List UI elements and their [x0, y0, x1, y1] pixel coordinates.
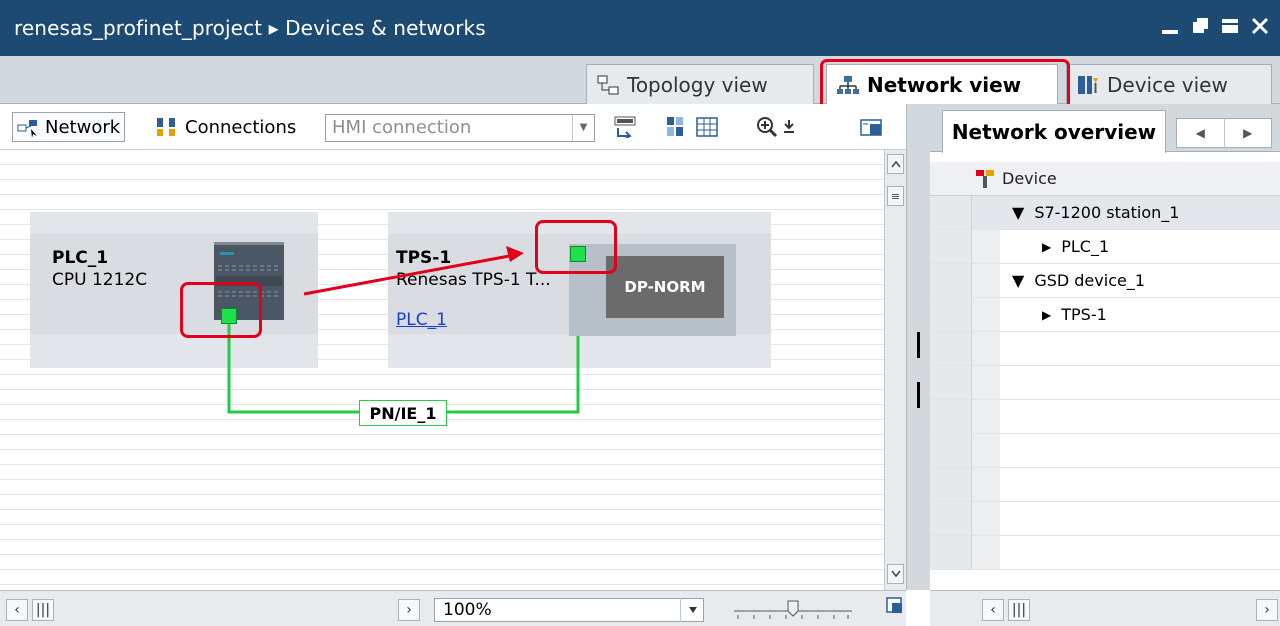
- splitter-arrow-right[interactable]: [917, 382, 920, 408]
- zoom-slider[interactable]: [734, 597, 852, 623]
- device-overview-table: Device ▼ S7-1200 station_1 ▶ PLC_1 ▼ GSD…: [930, 162, 1280, 582]
- expand-toggle-icon[interactable]: ▼: [1012, 203, 1024, 222]
- tab-network-overview[interactable]: Network overview: [942, 110, 1166, 153]
- tab-topology-view[interactable]: Topology view: [586, 64, 814, 104]
- horizontal-scroll-thumb[interactable]: |||: [32, 599, 54, 621]
- chevron-down-icon: [688, 607, 697, 613]
- row-label: PLC_1: [1061, 237, 1110, 256]
- zoom-dropdown-button[interactable]: [680, 598, 704, 622]
- scroll-right-button[interactable]: ›: [398, 599, 420, 621]
- connection-type-value: HMI connection: [332, 117, 472, 138]
- overview-navigation-icon[interactable]: [886, 597, 904, 615]
- zoom-select[interactable]: 100%: [434, 598, 704, 622]
- subnet-lines: [227, 246, 580, 414]
- connections-icon: [157, 118, 175, 136]
- row-label: GSD device_1: [1034, 271, 1146, 290]
- device-icon: [1078, 75, 1098, 94]
- topology-icon: [597, 75, 619, 94]
- tab-prev-button[interactable]: ◀: [1177, 119, 1224, 147]
- tab-network-view[interactable]: Network view: [826, 64, 1058, 105]
- minimize-icon: [1162, 30, 1178, 34]
- save-layout-icon[interactable]: [860, 116, 882, 138]
- network-label: Network: [45, 116, 121, 138]
- red-arrow-line: [303, 252, 521, 296]
- window-controls: [1158, 12, 1272, 40]
- tps-port-highlight: [535, 220, 617, 274]
- tab-next-button[interactable]: ▶: [1223, 119, 1272, 147]
- maximize-button[interactable]: [1218, 12, 1242, 40]
- scroll-thumb[interactable]: ≡: [887, 186, 904, 206]
- title-bar: renesas_profinet_project ▸ Devices & net…: [0, 0, 1280, 56]
- scroll-right-button[interactable]: ›: [1256, 599, 1278, 621]
- table-row: [930, 366, 1280, 400]
- table-row[interactable]: ▶ TPS-1: [930, 298, 1280, 332]
- connections-label: Connections: [185, 116, 297, 138]
- panel-splitter[interactable]: [906, 104, 930, 590]
- restore-button[interactable]: [1188, 12, 1212, 40]
- device-column-icon: [976, 169, 994, 188]
- maximize-icon: [1222, 19, 1238, 33]
- zoom-dropdown-icon[interactable]: [782, 116, 796, 138]
- table-row[interactable]: ▼ GSD device_1: [930, 264, 1280, 298]
- canvas-vertical-scrollbar[interactable]: ≡: [884, 150, 906, 590]
- network-mode-button[interactable]: Network: [12, 112, 126, 142]
- zoom-slider-thumb: [787, 600, 799, 617]
- table-row: [930, 400, 1280, 434]
- table-icon[interactable]: [696, 116, 718, 138]
- overview-tab-nav: ◀ ▶: [1176, 118, 1272, 148]
- plc-port-highlight: [180, 282, 262, 338]
- view-tab-bar: Topology view Network view Device view: [0, 56, 1280, 105]
- canvas-bottom-bar: ‹ ||| › 100%: [0, 590, 906, 626]
- chevron-down-icon: [890, 570, 901, 578]
- assign-name-icon[interactable]: [614, 116, 636, 138]
- scroll-left-button[interactable]: ‹: [982, 599, 1004, 621]
- connection-type-select[interactable]: HMI connection ▼: [325, 114, 595, 142]
- window-title: renesas_profinet_project ▸ Devices & net…: [14, 16, 486, 40]
- close-icon: [1251, 17, 1269, 35]
- minimize-button[interactable]: [1158, 12, 1182, 40]
- row-label: TPS-1: [1061, 305, 1107, 324]
- table-row: [930, 468, 1280, 502]
- restore-icon: [1193, 18, 1208, 33]
- scroll-up-button[interactable]: [887, 154, 904, 174]
- network-overview-panel: Network overview ◀ ▶ Device ▼ S7-1200 st…: [930, 104, 1280, 626]
- connections-button[interactable]: Connections: [155, 112, 296, 142]
- table-row: [930, 536, 1280, 570]
- network-icon: [837, 76, 859, 94]
- table-row: [930, 502, 1280, 536]
- collapse-toggle-icon[interactable]: ▶: [1042, 240, 1051, 254]
- table-row: [930, 434, 1280, 468]
- chevron-down-icon[interactable]: ▼: [572, 115, 594, 141]
- tps-subnet-line: [446, 336, 580, 414]
- network-toolbar: Network Connections HMI connection ▼: [0, 104, 920, 150]
- tab-label: Topology view: [627, 72, 768, 97]
- chevron-up-icon: [890, 160, 901, 168]
- overview-horizontal-scrollbar[interactable]: ‹ ||| ›: [930, 590, 1280, 626]
- collapse-toggle-icon[interactable]: ▶: [1042, 308, 1051, 322]
- splitter-arrow-left[interactable]: [917, 332, 920, 358]
- horizontal-scroll-thumb[interactable]: |||: [1008, 599, 1030, 621]
- device-column-header: Device: [1002, 169, 1057, 188]
- show-address-icon[interactable]: [664, 116, 686, 138]
- zoom-value: 100%: [443, 600, 492, 620]
- table-row[interactable]: ▶ PLC_1: [930, 230, 1280, 264]
- scroll-down-button[interactable]: [887, 564, 904, 584]
- tab-label: Device view: [1107, 72, 1228, 97]
- red-arrow-head: [506, 246, 524, 262]
- zoom-in-icon[interactable]: [756, 116, 778, 138]
- network-mode-icon: [17, 120, 37, 137]
- tab-device-view[interactable]: Device view: [1066, 64, 1272, 104]
- table-row[interactable]: ▼ S7-1200 station_1: [930, 196, 1280, 230]
- table-row: [930, 332, 1280, 366]
- tab-label: Network view: [867, 73, 1022, 97]
- table-header: Device: [930, 162, 1280, 196]
- network-canvas[interactable]: PLC_1 CPU 1212C TPS-1 Renesas TPS-1 T...…: [0, 150, 884, 590]
- expand-toggle-icon[interactable]: ▼: [1012, 271, 1024, 290]
- row-label: S7-1200 station_1: [1034, 203, 1180, 222]
- overview-tab-bar: Network overview ◀ ▶: [930, 104, 1280, 153]
- close-button[interactable]: [1248, 12, 1272, 40]
- scroll-left-button[interactable]: ‹: [6, 599, 28, 621]
- subnet-label[interactable]: PN/IE_1: [359, 400, 447, 426]
